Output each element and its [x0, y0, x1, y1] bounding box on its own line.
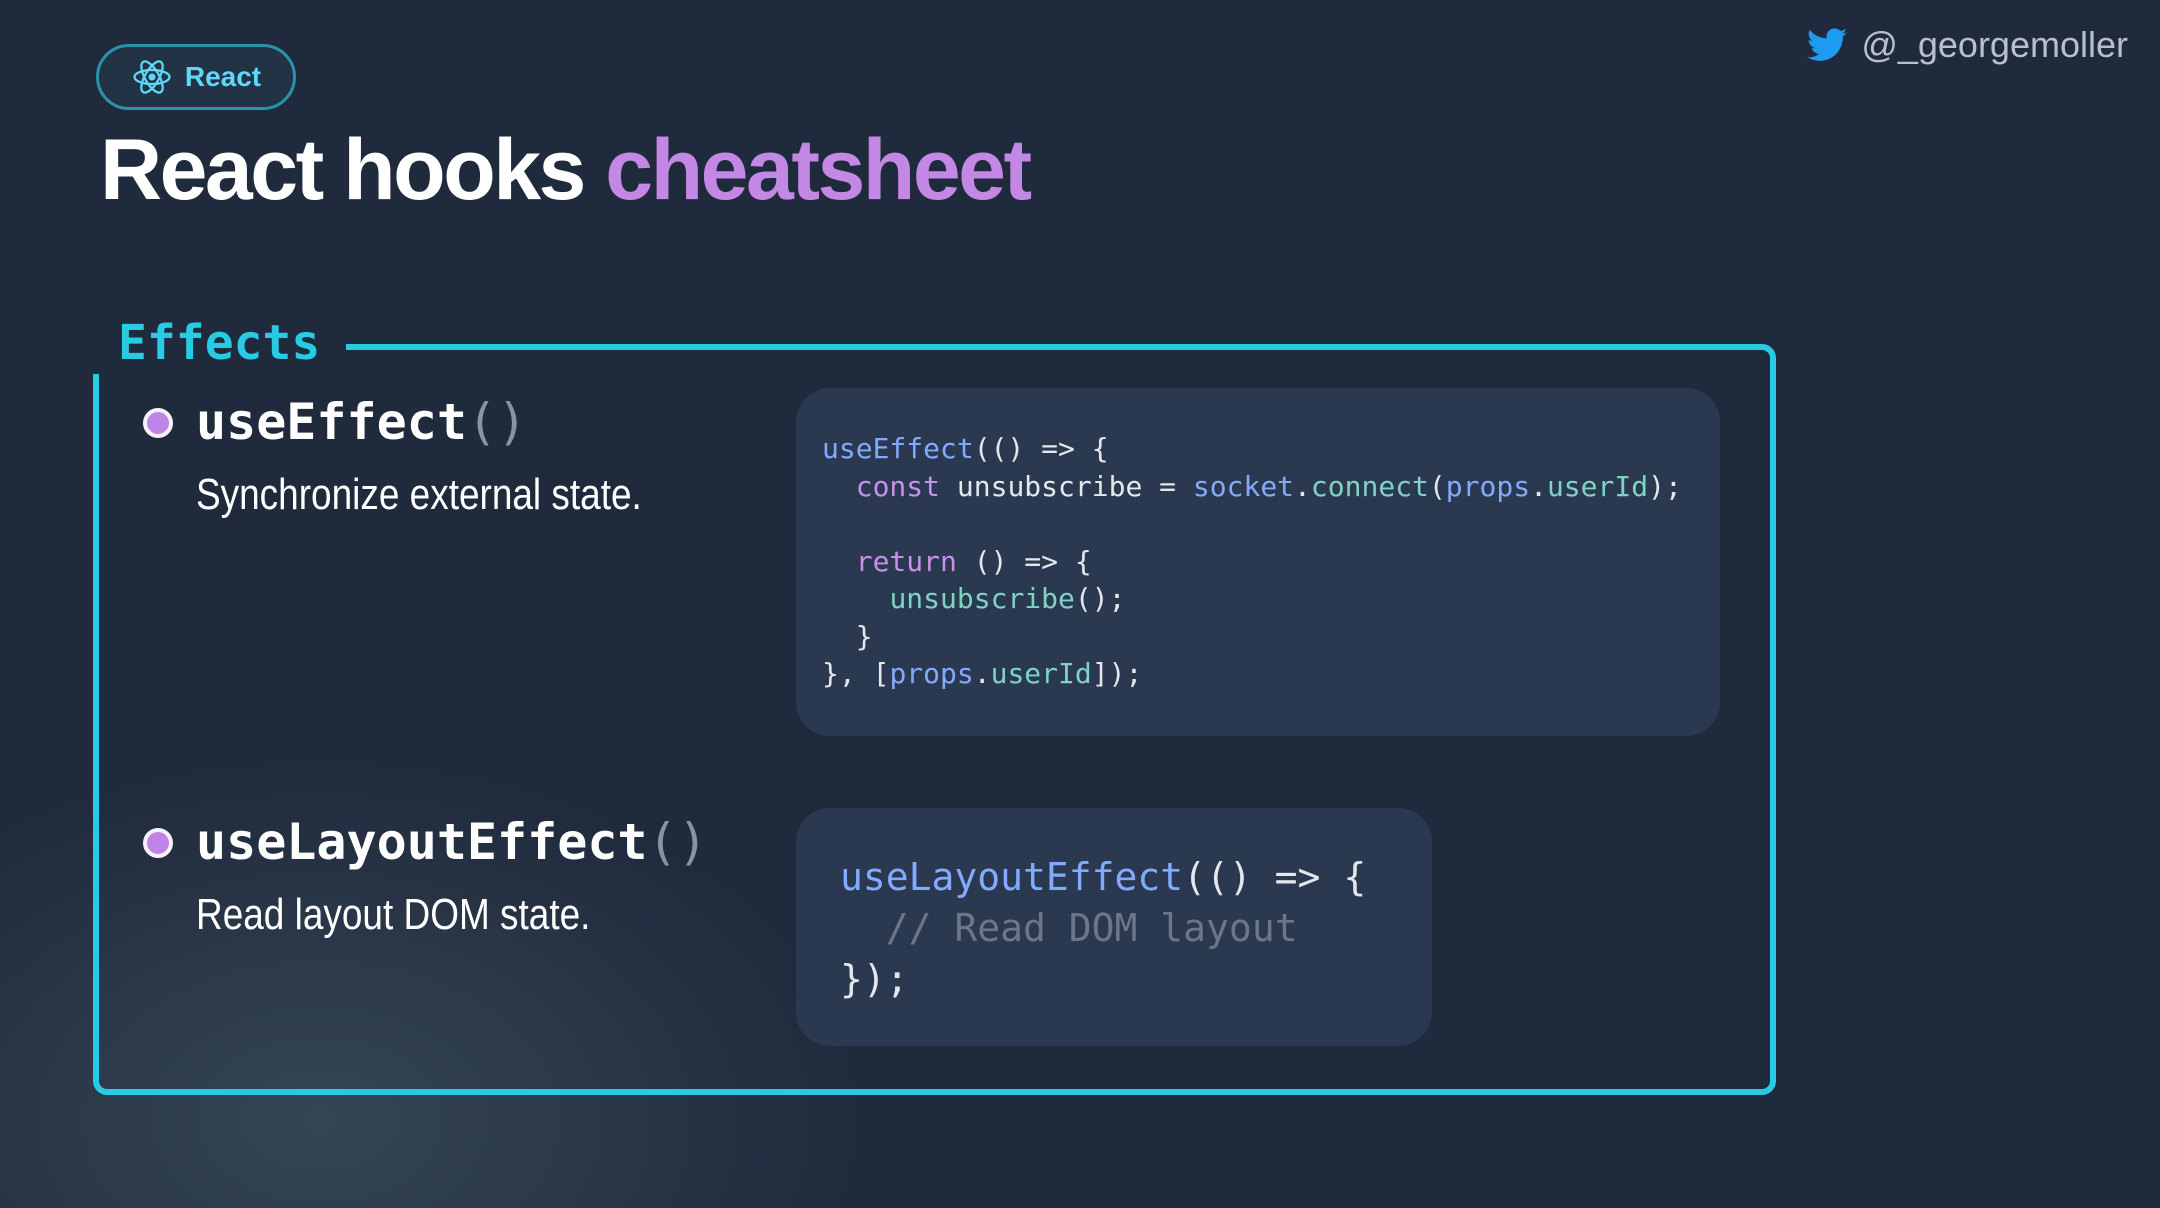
react-badge: React — [96, 44, 296, 110]
twitter-handle: @_georgemoller — [1861, 24, 2128, 65]
twitter-credit[interactable]: @_georgemoller — [1807, 18, 2128, 72]
hook-description-use-layout-effect: Read layout DOM state. — [196, 890, 591, 939]
page-title: React hooks cheatsheet — [100, 120, 1032, 220]
code-panel-use-layout-effect: useLayoutEffect(() => { // Read DOM layo… — [796, 808, 1432, 1046]
badge-label: React — [184, 61, 262, 92]
hook-parens: () — [466, 393, 528, 451]
hook-name-use-layout-effect: useLayoutEffect() — [196, 812, 708, 872]
section-label-effects: Effects — [88, 312, 347, 374]
hook-name-text: useEffect — [196, 393, 467, 451]
code-block-use-effect: useEffect(() => { const unsubscribe = so… — [822, 432, 1682, 690]
code-panel-use-effect: useEffect(() => { const unsubscribe = so… — [796, 388, 1720, 736]
bullet-use-layout-effect — [143, 828, 173, 858]
title-main: React hooks — [100, 122, 586, 218]
hook-name-text: useLayoutEffect — [196, 813, 648, 871]
react-atom-icon — [133, 60, 171, 94]
title-accent: cheatsheet — [605, 122, 1032, 218]
code-block-use-layout-effect: useLayoutEffect(() => { // Read DOM layo… — [840, 855, 1367, 1001]
hook-description-use-effect: Synchronize external state. — [196, 470, 642, 519]
bullet-use-effect — [143, 408, 173, 438]
hook-parens: () — [647, 813, 708, 871]
hook-name-use-effect: useEffect() — [196, 392, 527, 452]
twitter-bird-icon — [1807, 28, 1848, 61]
